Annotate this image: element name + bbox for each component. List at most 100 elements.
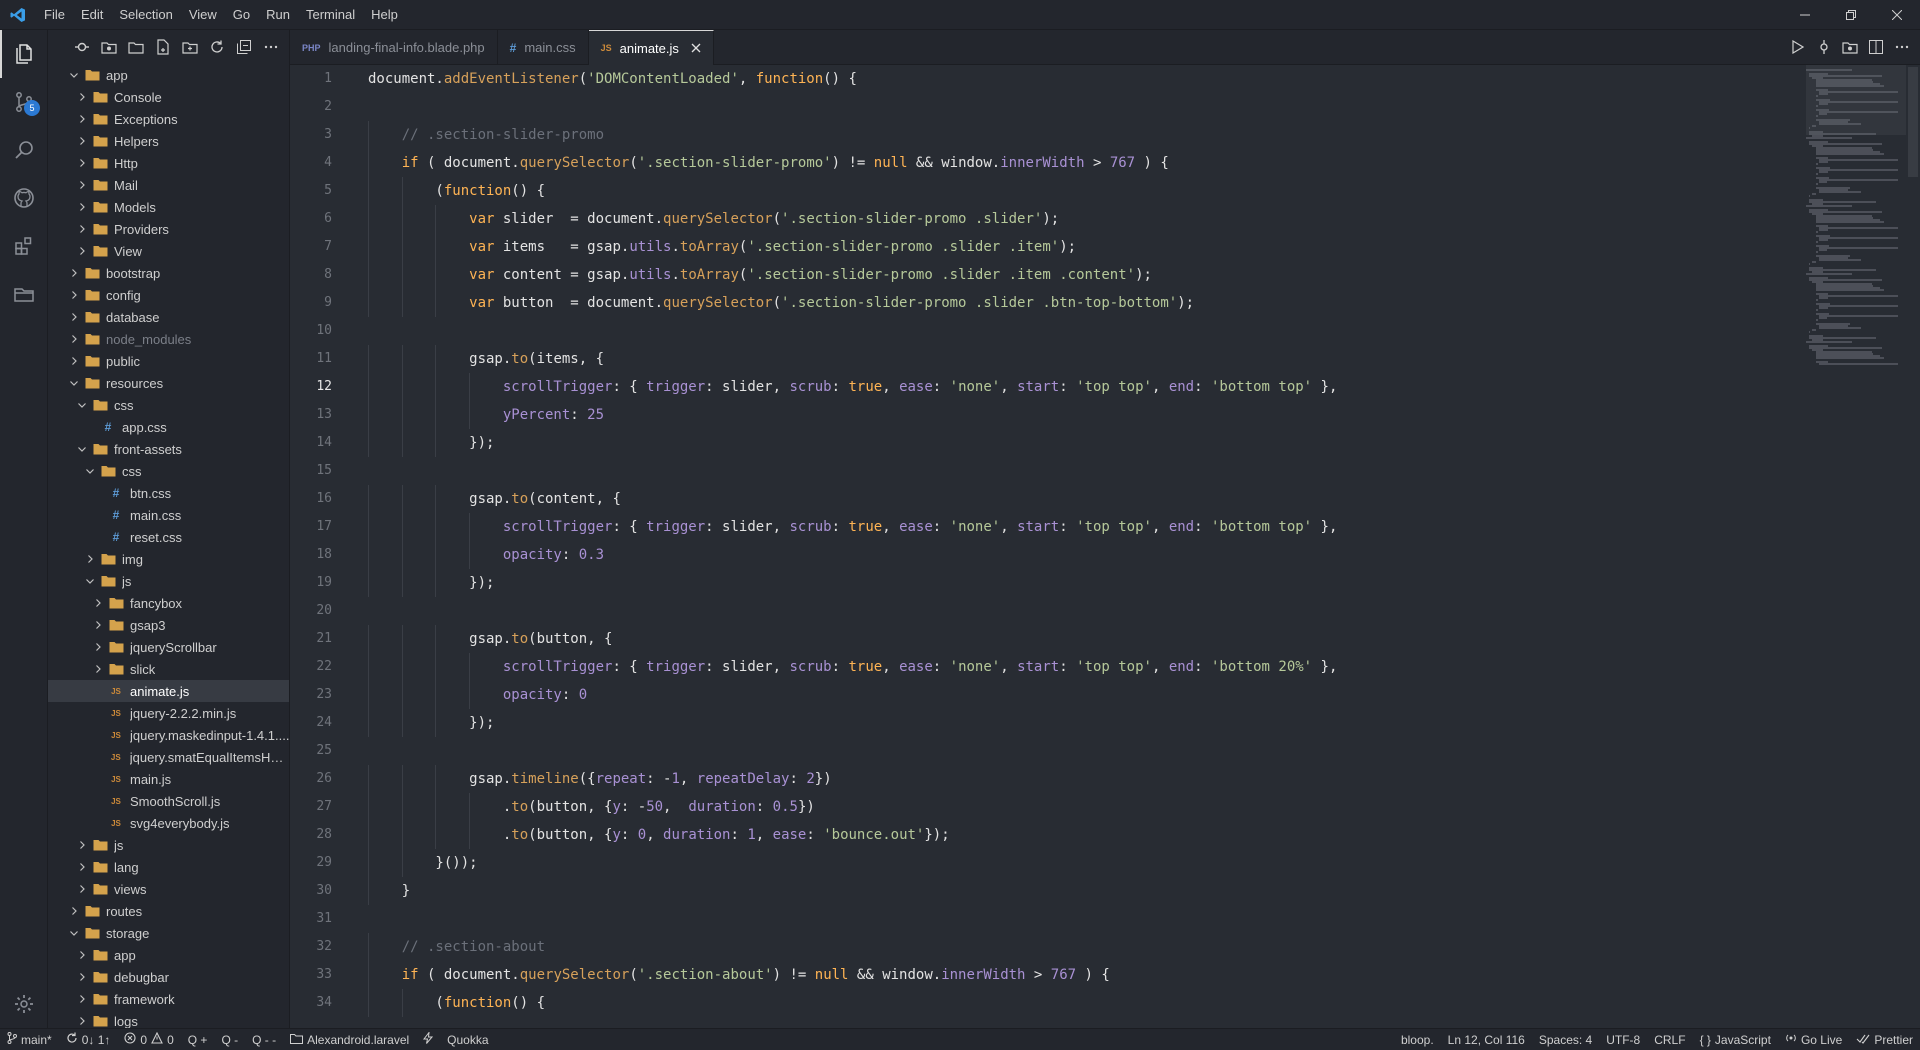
tree-folder-row[interactable]: public — [48, 350, 289, 372]
code-line[interactable]: .to(button, {y: -50, duration: 0.5}) — [368, 793, 1337, 821]
search-icon[interactable] — [0, 126, 48, 174]
quick-action-1[interactable]: Q + — [181, 1029, 215, 1050]
tree-folder-row[interactable]: storage — [48, 922, 289, 944]
code-line[interactable] — [368, 905, 1337, 933]
refresh-icon[interactable] — [209, 39, 225, 55]
code-line[interactable] — [368, 93, 1337, 121]
tree-folder-row[interactable]: fancybox — [48, 592, 289, 614]
code-line[interactable]: }()); — [368, 849, 1337, 877]
source-control-icon[interactable]: 5 — [0, 78, 48, 126]
tree-folder-row[interactable]: Models — [48, 196, 289, 218]
go-live-status[interactable]: Go Live — [1778, 1029, 1849, 1050]
tree-folder-row[interactable]: database — [48, 306, 289, 328]
tree-folder-row[interactable]: Helpers — [48, 130, 289, 152]
explorer-icon[interactable] — [0, 30, 48, 78]
tree-folder-row[interactable]: Http — [48, 152, 289, 174]
tree-file-row[interactable]: JS main.js — [48, 768, 289, 790]
code-line[interactable]: yPercent: 25 — [368, 401, 1337, 429]
quick-action-2[interactable]: Q - — [214, 1029, 245, 1050]
code-line[interactable] — [368, 457, 1337, 485]
code-line[interactable]: }); — [368, 429, 1337, 457]
menu-file[interactable]: File — [36, 0, 73, 30]
code-line[interactable]: (function() { — [368, 989, 1337, 1017]
tree-folder-row[interactable]: jqueryScrollbar — [48, 636, 289, 658]
quick-action-3[interactable]: Q - - — [245, 1029, 283, 1050]
split-editor-icon[interactable] — [1868, 39, 1884, 55]
tree-folder-row[interactable]: Exceptions — [48, 108, 289, 130]
extensions-icon[interactable] — [0, 222, 48, 270]
collapse-all-icon[interactable] — [236, 39, 252, 55]
menu-help[interactable]: Help — [363, 0, 406, 30]
tree-folder-row[interactable]: framework — [48, 988, 289, 1010]
tree-folder-row[interactable]: views — [48, 878, 289, 900]
tree-folder-row[interactable]: js — [48, 834, 289, 856]
menu-terminal[interactable]: Terminal — [298, 0, 363, 30]
tree-folder-row[interactable]: routes — [48, 900, 289, 922]
tree-folder-row[interactable]: node_modules — [48, 328, 289, 350]
code-line[interactable]: gsap.timeline({repeat: -1, repeatDelay: … — [368, 765, 1337, 793]
new-folder-icon[interactable] — [182, 39, 198, 55]
code-line[interactable]: // .section-about — [368, 933, 1337, 961]
tree-folder-row[interactable]: lang — [48, 856, 289, 878]
menu-go[interactable]: Go — [225, 0, 258, 30]
github-icon[interactable] — [0, 174, 48, 222]
project-status[interactable]: Alexandroid.laravel — [283, 1029, 416, 1050]
tree-file-row[interactable]: JS SmoothScroll.js — [48, 790, 289, 812]
tree-folder-row[interactable]: front-assets — [48, 438, 289, 460]
tree-folder-row[interactable]: logs — [48, 1010, 289, 1028]
project-manager-icon[interactable] — [0, 270, 48, 318]
code-editor[interactable]: 1 2 3 4 5 6 7 8 9 10 11 12 13 14 15 16 17 18 19 20 21 22 23 24 2… — [290, 65, 1920, 1028]
code-line[interactable] — [368, 317, 1337, 345]
vertical-scrollbar[interactable] — [1906, 65, 1920, 1028]
code-line[interactable]: } — [368, 877, 1337, 905]
git-compare-icon[interactable] — [1816, 39, 1832, 55]
tree-folder-row[interactable]: css — [48, 460, 289, 482]
tree-file-row[interactable]: JS svg4everybody.js — [48, 812, 289, 834]
code-line[interactable]: var button = document.querySelector('.se… — [368, 289, 1337, 317]
tree-folder-row[interactable]: css — [48, 394, 289, 416]
new-file-icon[interactable] — [155, 39, 171, 55]
code-line[interactable]: scrollTrigger: { trigger: slider, scrub:… — [368, 373, 1337, 401]
tree-folder-row[interactable]: app — [48, 944, 289, 966]
scrollbar-thumb[interactable] — [1908, 67, 1918, 177]
tab-landing-final-info[interactable]: PHP landing-final-info.blade.php — [290, 30, 498, 65]
tree-file-row[interactable]: JS jquery.maskedinput-1.4.1.... — [48, 724, 289, 746]
problems-status[interactable]: 0 0 — [117, 1029, 180, 1050]
tree-folder-row[interactable]: app — [48, 64, 289, 86]
tree-file-row[interactable]: JS jquery.smatEqualItemsHei... — [48, 746, 289, 768]
git-commit-icon[interactable] — [74, 39, 90, 55]
menu-view[interactable]: View — [181, 0, 225, 30]
code-line[interactable]: }); — [368, 709, 1337, 737]
tree-folder-row[interactable]: bootstrap — [48, 262, 289, 284]
lightning-status[interactable] — [416, 1029, 440, 1050]
code-line[interactable]: scrollTrigger: { trigger: slider, scrub:… — [368, 653, 1337, 681]
code-line[interactable] — [368, 737, 1337, 765]
indentation-status[interactable]: Spaces: 4 — [1532, 1029, 1599, 1050]
code-line[interactable]: (function() { — [368, 177, 1337, 205]
tree-folder-row[interactable]: debugbar — [48, 966, 289, 988]
tree-folder-row[interactable]: Mail — [48, 174, 289, 196]
code-line[interactable]: gsap.to(content, { — [368, 485, 1337, 513]
tree-folder-row[interactable]: View — [48, 240, 289, 262]
tree-file-row[interactable]: # reset.css — [48, 526, 289, 548]
branch-status[interactable]: main* — [0, 1029, 59, 1050]
tree-folder-row[interactable]: js — [48, 570, 289, 592]
sync-status[interactable]: 0↓ 1↑ — [59, 1029, 118, 1050]
more-actions-icon[interactable] — [1894, 39, 1910, 55]
prettier-status[interactable]: Prettier — [1849, 1029, 1920, 1050]
tree-file-row[interactable]: JS jquery-2.2.2.min.js — [48, 702, 289, 724]
open-folder-icon[interactable] — [1842, 39, 1858, 55]
run-icon[interactable] — [1790, 39, 1806, 55]
more-actions-icon[interactable] — [263, 39, 279, 55]
code-line[interactable]: opacity: 0 — [368, 681, 1337, 709]
folder-icon[interactable] — [128, 39, 144, 55]
tree-folder-row[interactable]: slick — [48, 658, 289, 680]
code-line[interactable]: var items = gsap.utils.toArray('.section… — [368, 233, 1337, 261]
bloop-status[interactable]: bloop. — [1394, 1029, 1441, 1050]
tree-folder-row[interactable]: img — [48, 548, 289, 570]
tab-animate-js[interactable]: JS animate.js — [588, 30, 714, 65]
tree-folder-row[interactable]: gsap3 — [48, 614, 289, 636]
tree-file-row[interactable]: # app.css — [48, 416, 289, 438]
code-line[interactable]: gsap.to(items, { — [368, 345, 1337, 373]
encoding-status[interactable]: UTF-8 — [1599, 1029, 1647, 1050]
